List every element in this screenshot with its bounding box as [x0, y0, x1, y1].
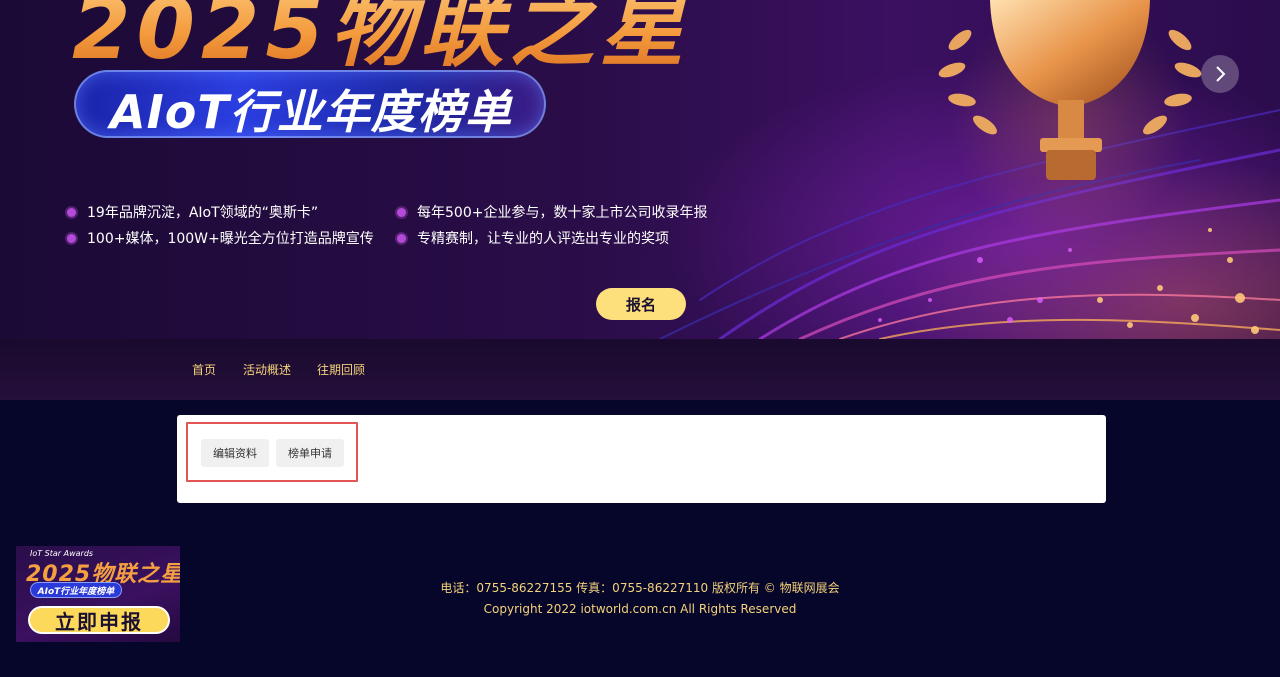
hero-banner: 2025物联之星 AIoT行业年度榜单 19年品牌沉淀，AIoT领域的“奥斯卡”… — [0, 0, 1280, 339]
bullet-dot-icon — [67, 233, 76, 243]
signup-button[interactable]: 报名 — [596, 288, 686, 320]
main-nav: 首页 活动概述 往期回顾 — [0, 339, 1280, 400]
nav-item-review[interactable]: 往期回顾 — [317, 339, 365, 400]
trophy-icon — [938, 0, 1202, 240]
floating-ad[interactable]: IoT Star Awards 2025物联之星 AIoT行业年度榜单 立即申报 — [16, 546, 180, 642]
apply-now-button[interactable]: 立即申报 — [28, 606, 170, 634]
bullet-list-right: 每年500+企业参与，数十家上市公司收录年报 专精赛制，让专业的人评选出专业的奖… — [397, 199, 707, 251]
bullet-text: 专精赛制，让专业的人评选出专业的奖项 — [417, 231, 669, 247]
bullet-text: 100+媒体，100W+曝光全方位打造品牌宣传 — [87, 231, 374, 247]
ad-subtitle: AIoT行业年度榜单 — [30, 582, 122, 598]
carousel-next-button[interactable] — [1201, 55, 1239, 93]
bullet-item: 专精赛制，让专业的人评选出专业的奖项 — [397, 225, 707, 251]
ranking-apply-button[interactable]: 榜单申请 — [276, 439, 344, 467]
bullet-dot-icon — [67, 207, 76, 217]
edit-profile-button[interactable]: 编辑资料 — [201, 439, 269, 467]
bullet-item: 19年品牌沉淀，AIoT领域的“奥斯卡” — [67, 199, 374, 225]
banner-subtitle: AIoT行业年度榜单 — [110, 85, 512, 139]
chevron-right-icon — [1216, 66, 1226, 82]
bullet-dot-icon — [397, 233, 406, 243]
bullet-text: 19年品牌沉淀，AIoT领域的“奥斯卡” — [87, 205, 319, 221]
bullet-item: 每年500+企业参与，数十家上市公司收录年报 — [397, 199, 707, 225]
bullet-dot-icon — [397, 207, 406, 217]
footer-contact: 电话：0755-86227155 传真：0755-86227110 版权所有 ©… — [440, 581, 840, 595]
bullet-item: 100+媒体，100W+曝光全方位打造品牌宣传 — [67, 225, 374, 251]
bullet-text: 每年500+企业参与，数十家上市公司收录年报 — [417, 205, 708, 221]
bullet-list-left: 19年品牌沉淀，AIoT领域的“奥斯卡” 100+媒体，100W+曝光全方位打造… — [67, 199, 374, 251]
nav-item-home[interactable]: 首页 — [192, 339, 216, 400]
nav-item-overview[interactable]: 活动概述 — [243, 339, 291, 400]
footer-copyright: Copyright 2022 iotworld.com.cn All Right… — [483, 602, 797, 616]
